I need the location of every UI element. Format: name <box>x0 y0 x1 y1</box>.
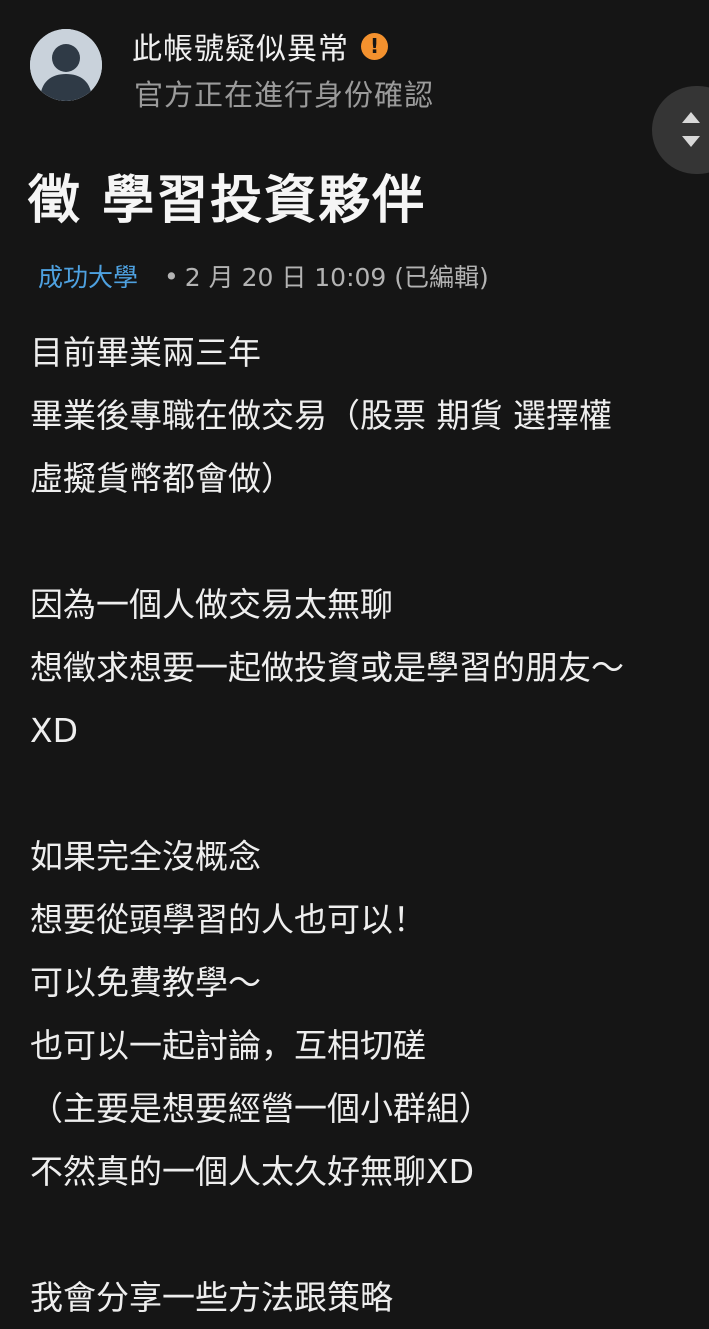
chevron-up-icon <box>682 112 700 123</box>
post-meta: 成功大學 • 2 月 20 日 10:09 (已編輯) <box>38 256 489 296</box>
body-line: 畢業後專職在做交易（股票 期貨 選擇權 <box>30 396 612 435</box>
school-link[interactable]: 成功大學 <box>38 258 138 294</box>
exclamation-circle-icon[interactable]: ! <box>361 32 388 60</box>
body-line: 想徵求想要一起做投資或是學習的朋友～ <box>30 648 624 687</box>
body-line: 目前畢業兩三年 <box>30 333 261 372</box>
body-line: 虛擬貨幣都會做） <box>30 459 294 498</box>
post-body: 目前畢業兩三年 畢業後專職在做交易（股票 期貨 選擇權 虛擬貨幣都會做） 因為一… <box>30 321 700 1329</box>
post-title: 徵 學習投資夥伴 <box>28 171 427 231</box>
body-line: 可以免費教學～ <box>30 963 261 1002</box>
post-header: 此帳號疑似異常 ! 官方正在進行身份確認 <box>0 0 709 120</box>
chevron-down-icon <box>682 136 700 147</box>
body-line: （主要是想要經營一個小群組） <box>30 1089 492 1128</box>
body-line: 想要從頭學習的人也可以！ <box>30 900 426 939</box>
body-line <box>30 762 700 825</box>
body-line <box>30 510 700 573</box>
body-line: 不然真的一個人太久好無聊XD <box>30 1152 475 1191</box>
body-line: 因為一個人做交易太無聊 <box>30 585 393 624</box>
verification-note: 官方正在進行身份確認 <box>134 78 435 112</box>
body-line: 也可以一起討論，互相切磋 <box>30 1026 426 1065</box>
body-line <box>30 1203 700 1266</box>
author-name[interactable]: 此帳號疑似異常 <box>132 24 349 68</box>
user-silhouette-icon <box>30 29 102 101</box>
post-timestamp: 2 月 20 日 10:09 (已編輯) <box>184 263 489 292</box>
meta-separator: • <box>164 261 179 291</box>
body-line: 如果完全沒概念 <box>30 837 261 876</box>
avatar[interactable] <box>30 29 102 101</box>
body-line: 我會分享一些方法跟策略 <box>30 1278 393 1317</box>
body-line: XD <box>30 711 79 750</box>
author-line: 此帳號疑似異常 ! <box>132 24 388 68</box>
